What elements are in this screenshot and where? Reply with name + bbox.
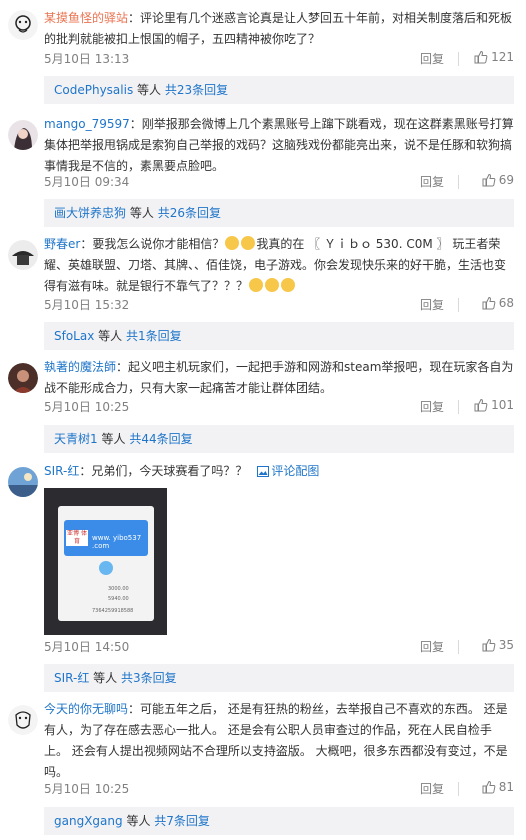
screenshot-value: 3000.00 <box>108 586 129 592</box>
comment-time: 5月10日 10:25 <box>44 782 130 796</box>
reply-button[interactable]: 回复 <box>420 398 444 415</box>
comment-text: ：兄弟们，今天球赛看了吗？？ <box>79 464 248 478</box>
comment-time: 5月10日 14:50 <box>44 640 130 654</box>
sub-reply-others: 等人 <box>129 206 154 220</box>
screenshot-site: www. yibo537 .com <box>92 534 142 550</box>
sub-reply-user[interactable]: SfoLax <box>54 329 94 343</box>
sub-reply-total[interactable]: 共26条回复 <box>158 206 221 220</box>
sub-reply-total[interactable]: 共1条回复 <box>126 329 182 343</box>
sub-reply-bar[interactable]: 天青树1 等人 共44条回复 <box>44 425 514 453</box>
comment-username[interactable]: mango_79597 <box>44 117 130 131</box>
reply-button[interactable]: 回复 <box>420 50 444 67</box>
like-button[interactable]: 69 <box>464 173 514 187</box>
divider <box>458 52 459 66</box>
thumbs-up-icon <box>482 780 496 794</box>
sub-reply-total[interactable]: 共23条回复 <box>165 83 228 97</box>
comment-username[interactable]: 今天的你无聊吗 <box>44 702 128 716</box>
divider <box>458 640 459 654</box>
avatar[interactable] <box>8 705 38 735</box>
comment-time: 5月10日 09:34 <box>44 175 130 189</box>
like-count: 121 <box>491 50 514 64</box>
like-count: 68 <box>498 296 514 310</box>
smiley-emoji-icon <box>265 278 280 292</box>
divider <box>458 298 459 312</box>
sub-reply-others: 等人 <box>93 671 118 685</box>
like-button[interactable]: 35 <box>464 638 514 652</box>
comment-username[interactable]: SIR-红 <box>44 464 79 478</box>
comment-image-link[interactable]: 评论配图 <box>257 464 319 478</box>
sub-reply-others: 等人 <box>126 814 151 828</box>
comment-username[interactable]: 某摸鱼怪的驿站 <box>44 11 128 25</box>
avatar[interactable] <box>8 240 38 270</box>
reply-button[interactable]: 回复 <box>420 173 444 190</box>
reply-button[interactable]: 回复 <box>420 296 444 313</box>
avatar[interactable] <box>8 467 38 497</box>
sub-reply-bar[interactable]: 画大饼养忠狗 等人 共26条回复 <box>44 199 514 227</box>
like-count: 101 <box>491 398 514 412</box>
divider <box>458 175 459 189</box>
comment-text: ：要我怎么说你才能相信？ <box>80 237 225 251</box>
sub-reply-others: 等人 <box>98 329 123 343</box>
sub-reply-bar[interactable]: SIR-红 等人 共3条回复 <box>44 664 514 692</box>
avatar[interactable] <box>8 363 38 393</box>
avatar[interactable] <box>8 120 38 150</box>
screenshot-badge: 亚博 体育 <box>66 530 88 546</box>
sub-reply-bar[interactable]: CodePhysalis 等人 共23条回复 <box>44 76 514 104</box>
divider <box>458 782 459 796</box>
like-count: 35 <box>498 638 514 652</box>
like-button[interactable]: 121 <box>464 50 514 64</box>
divider <box>458 400 459 414</box>
comment-time: 5月10日 15:32 <box>44 298 130 312</box>
like-count: 69 <box>498 173 514 187</box>
sub-reply-user[interactable]: 天青树1 <box>54 432 98 446</box>
screenshot-banner: 亚博 体育 www. yibo537 .com <box>64 520 148 556</box>
like-button[interactable]: 81 <box>464 780 514 794</box>
sub-reply-bar[interactable]: gangXgang 等人 共7条回复 <box>44 807 514 835</box>
screenshot-value: 7364259918588 <box>92 608 134 614</box>
screenshot-content: 亚博 体育 www. yibo537 .com 3000.00 5940.00 … <box>58 506 154 621</box>
sub-reply-others: 等人 <box>137 83 162 97</box>
smiley-emoji-icon <box>249 278 264 292</box>
thumbs-up-icon <box>482 296 496 310</box>
sub-reply-total[interactable]: 共7条回复 <box>154 814 210 828</box>
sub-reply-user[interactable]: gangXgang <box>54 814 123 828</box>
comment-username[interactable]: 執著的魔法師 <box>44 360 116 374</box>
avatar[interactable] <box>8 10 38 40</box>
sub-reply-total[interactable]: 共3条回复 <box>121 671 177 685</box>
screenshot-value: 5940.00 <box>108 596 129 602</box>
sub-reply-total[interactable]: 共44条回复 <box>129 432 192 446</box>
comment-text: ？？？ <box>212 279 249 293</box>
thumbs-up-icon <box>482 173 496 187</box>
like-count: 81 <box>498 780 514 794</box>
comment-image-thumbnail[interactable]: 亚博 体育 www. yibo537 .com 3000.00 5940.00 … <box>44 488 167 635</box>
comment-time: 5月10日 13:13 <box>44 52 130 66</box>
comment-time: 5月10日 10:25 <box>44 400 130 414</box>
thumbs-up-icon <box>474 50 488 64</box>
sub-reply-user[interactable]: CodePhysalis <box>54 83 133 97</box>
reply-button[interactable]: 回复 <box>420 638 444 655</box>
smiley-emoji-icon <box>281 278 296 292</box>
thumbs-up-icon <box>474 398 488 412</box>
comment-image-link-label: 评论配图 <box>271 464 320 478</box>
sub-reply-user[interactable]: SIR-红 <box>54 671 89 685</box>
smiley-emoji-icon <box>241 236 256 250</box>
reply-button[interactable]: 回复 <box>420 780 444 797</box>
sub-reply-user[interactable]: 画大饼养忠狗 <box>54 206 126 220</box>
check-icon <box>99 561 113 575</box>
thumbs-up-icon <box>482 638 496 652</box>
sub-reply-bar[interactable]: SfoLax 等人 共1条回复 <box>44 322 514 350</box>
comment-username[interactable]: 野春er <box>44 237 80 251</box>
image-icon <box>257 466 270 477</box>
sub-reply-others: 等人 <box>101 432 126 446</box>
smiley-emoji-icon <box>225 236 240 250</box>
like-button[interactable]: 68 <box>464 296 514 310</box>
comment-feed: 某摸鱼怪的驿站：评论里有几个迷惑言论真是让人梦回五十年前，对相关制度落后和死板的… <box>0 0 526 840</box>
like-button[interactable]: 101 <box>464 398 514 412</box>
